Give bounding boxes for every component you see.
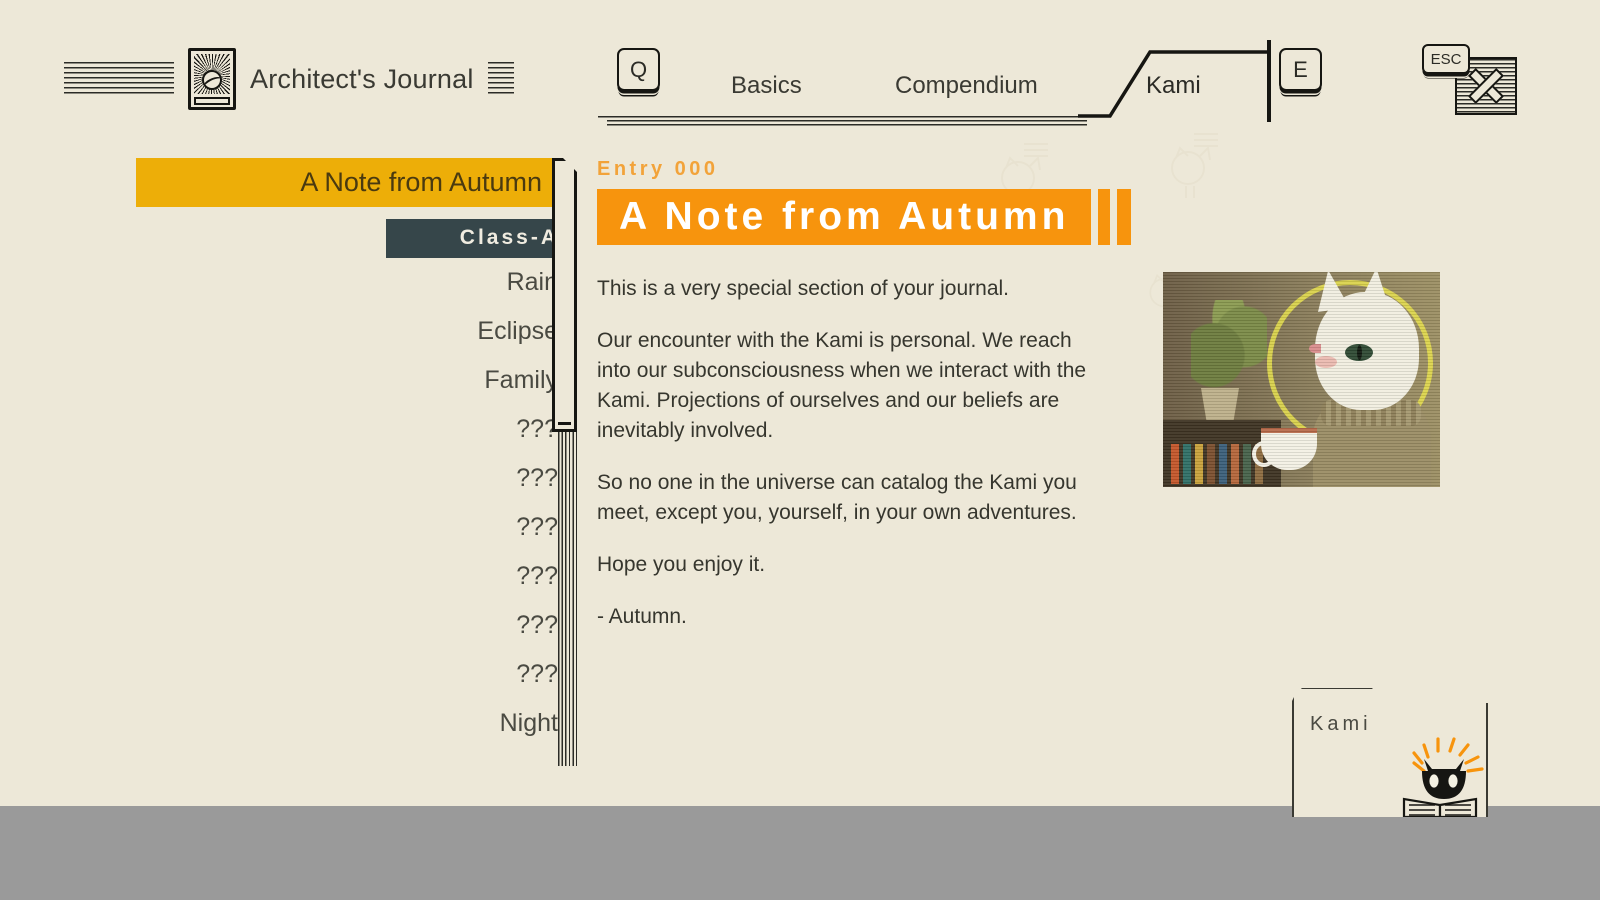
entry-illustration xyxy=(1163,272,1440,487)
decorative-hatch-right xyxy=(487,62,514,96)
list-item-rain[interactable]: Rain xyxy=(136,258,576,307)
entry-paragraph: So no one in the universe can catalog th… xyxy=(597,471,1077,524)
kami-folder-tab[interactable]: Kami xyxy=(1292,687,1488,819)
list-item-family[interactable]: Family xyxy=(136,356,576,405)
list-item-label: Night xyxy=(499,709,558,737)
list-item-unknown-2[interactable]: ??? xyxy=(136,454,576,503)
close-key-esc[interactable]: ESC xyxy=(1422,44,1470,74)
entry-paragraph: This is a very special section of your j… xyxy=(597,277,1010,300)
bottom-gray-bar xyxy=(0,806,1600,900)
entry-body: This is a very special section of your j… xyxy=(597,274,1107,632)
tab-basics[interactable]: Basics xyxy=(731,72,802,100)
list-section-class-a: Class-A xyxy=(136,218,576,258)
tab-kami[interactable]: Kami xyxy=(1146,72,1201,100)
entry-list[interactable]: A Note from Autumn Class-A Rain Eclipse … xyxy=(136,158,576,778)
entry-paragraph: Hope you enjoy it. xyxy=(597,553,766,576)
journal-title-group: Architect's Journal xyxy=(64,48,514,110)
list-item-label: A Note from Autumn xyxy=(300,167,542,197)
tab-bar-underline xyxy=(595,116,1087,126)
list-item-unknown-6[interactable]: ??? xyxy=(136,650,576,699)
list-item-night[interactable]: Night xyxy=(136,699,576,748)
list-item-unknown-1[interactable]: ??? xyxy=(136,405,576,454)
list-item-a-note-from-autumn[interactable]: A Note from Autumn xyxy=(136,158,560,207)
title-decoration-block xyxy=(1117,189,1132,245)
black-cat-reading-book-icon xyxy=(1394,737,1486,819)
entry-title-row: A Note from Autumn xyxy=(597,189,1497,245)
title-decoration-block xyxy=(1098,189,1111,245)
next-tab-key-e[interactable]: E xyxy=(1279,48,1322,91)
scrollbar-track xyxy=(558,426,577,766)
list-item-eclipse[interactable]: Eclipse xyxy=(136,307,576,356)
page-title: Architect's Journal xyxy=(250,63,474,94)
list-item-label: Family xyxy=(484,366,558,394)
list-section-label: Class-A xyxy=(386,218,576,258)
scrollbar-thumb[interactable] xyxy=(552,158,577,432)
list-item-label: Rain xyxy=(506,268,558,296)
tab-bar: Basics Compendium Kami xyxy=(595,40,1285,128)
journal-screen: Architect's Journal Q E ESC Basics Compe… xyxy=(0,0,1600,900)
decorative-hatch-left xyxy=(64,62,174,96)
entry-number: Entry 000 xyxy=(597,158,719,180)
journal-header: Architect's Journal Q E ESC Basics Compe… xyxy=(0,0,1600,140)
entry-list-scrollbar[interactable] xyxy=(552,158,577,766)
journal-book-icon xyxy=(188,48,236,110)
list-item-unknown-5[interactable]: ??? xyxy=(136,601,576,650)
list-item-unknown-4[interactable]: ??? xyxy=(136,552,576,601)
entry-paragraph: - Autumn. xyxy=(597,605,687,628)
list-item-label: Eclipse xyxy=(477,317,558,345)
entry-paragraph: Our encounter with the Kami is personal.… xyxy=(597,329,1087,442)
tab-compendium[interactable]: Compendium xyxy=(895,72,1038,100)
list-item-unknown-3[interactable]: ??? xyxy=(136,503,576,552)
folder-label: Kami xyxy=(1310,713,1372,735)
active-tab-divider xyxy=(1267,40,1271,122)
entry-title: A Note from Autumn xyxy=(597,189,1092,245)
